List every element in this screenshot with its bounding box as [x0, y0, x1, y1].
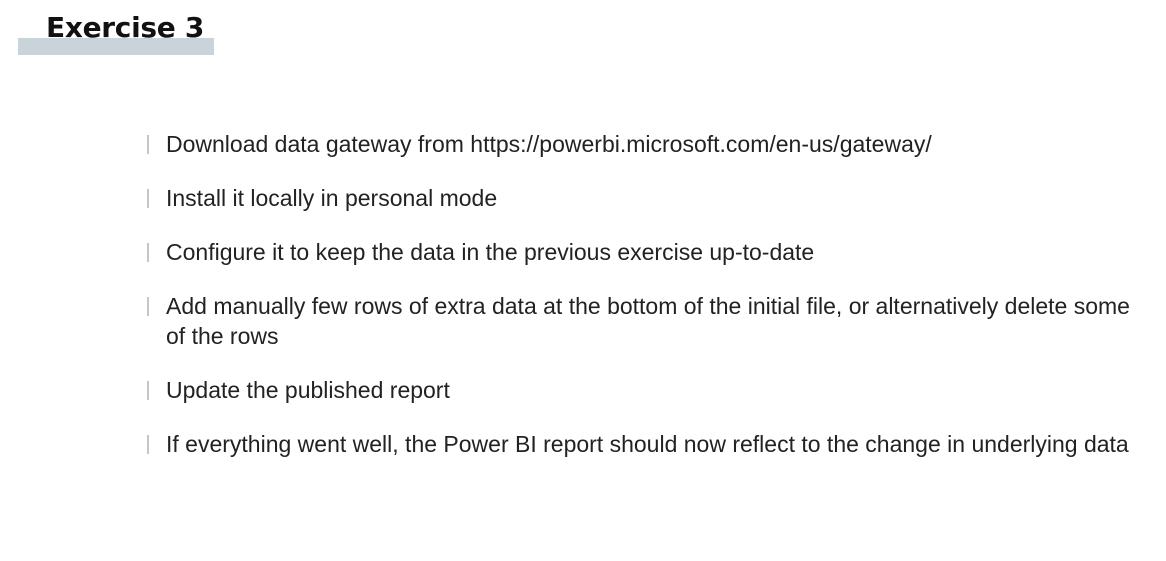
bullet-marker [147, 135, 149, 154]
bullet-text: Install it locally in personal mode [166, 185, 498, 211]
bullet-marker [147, 297, 149, 316]
bullet-text: Download data gateway from https://power… [166, 131, 932, 157]
bullet-item: Update the published report [147, 375, 1147, 405]
bullet-list: Download data gateway from https://power… [147, 129, 1147, 483]
bullet-marker [147, 381, 149, 400]
bullet-item: Install it locally in personal mode [147, 183, 1147, 213]
bullet-item: Configure it to keep the data in the pre… [147, 237, 1147, 267]
bullet-item: If everything went well, the Power BI re… [147, 429, 1147, 459]
bullet-item: Download data gateway from https://power… [147, 129, 1147, 159]
bullet-text: Configure it to keep the data in the pre… [166, 239, 815, 265]
bullet-marker [147, 435, 149, 454]
bullet-item: Add manually few rows of extra data at t… [147, 291, 1147, 351]
bullet-marker [147, 243, 149, 262]
bullet-text: Update the published report [166, 377, 450, 403]
slide-title: Exercise 3 [46, 11, 205, 44]
bullet-marker [147, 189, 149, 208]
bullet-text: Add manually few rows of extra data at t… [166, 293, 1130, 349]
bullet-text: If everything went well, the Power BI re… [166, 431, 1129, 457]
